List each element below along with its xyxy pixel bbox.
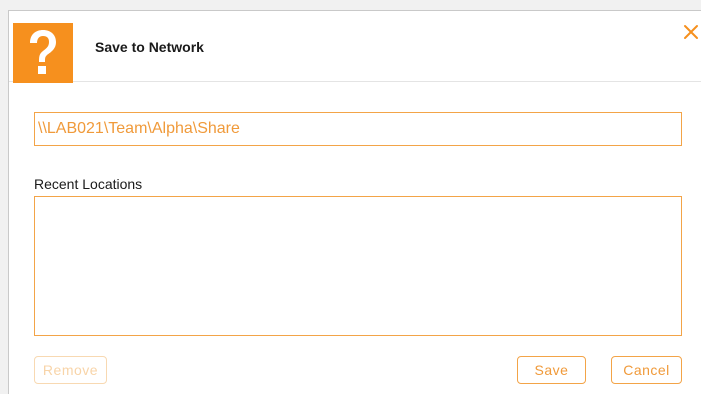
question-mark-icon — [13, 23, 73, 83]
dialog-header: Save to Network — [9, 11, 701, 83]
save-button[interactable]: Save — [517, 356, 586, 384]
close-icon[interactable] — [680, 21, 701, 43]
dialog-title: Save to Network — [95, 39, 204, 55]
save-to-network-dialog: Save to Network Recent Locations Remove … — [8, 10, 701, 394]
network-path-input[interactable] — [34, 112, 682, 146]
recent-locations-label: Recent Locations — [34, 176, 143, 192]
cancel-button[interactable]: Cancel — [611, 356, 682, 384]
recent-locations-list[interactable] — [34, 196, 682, 336]
remove-button[interactable]: Remove — [34, 356, 107, 384]
